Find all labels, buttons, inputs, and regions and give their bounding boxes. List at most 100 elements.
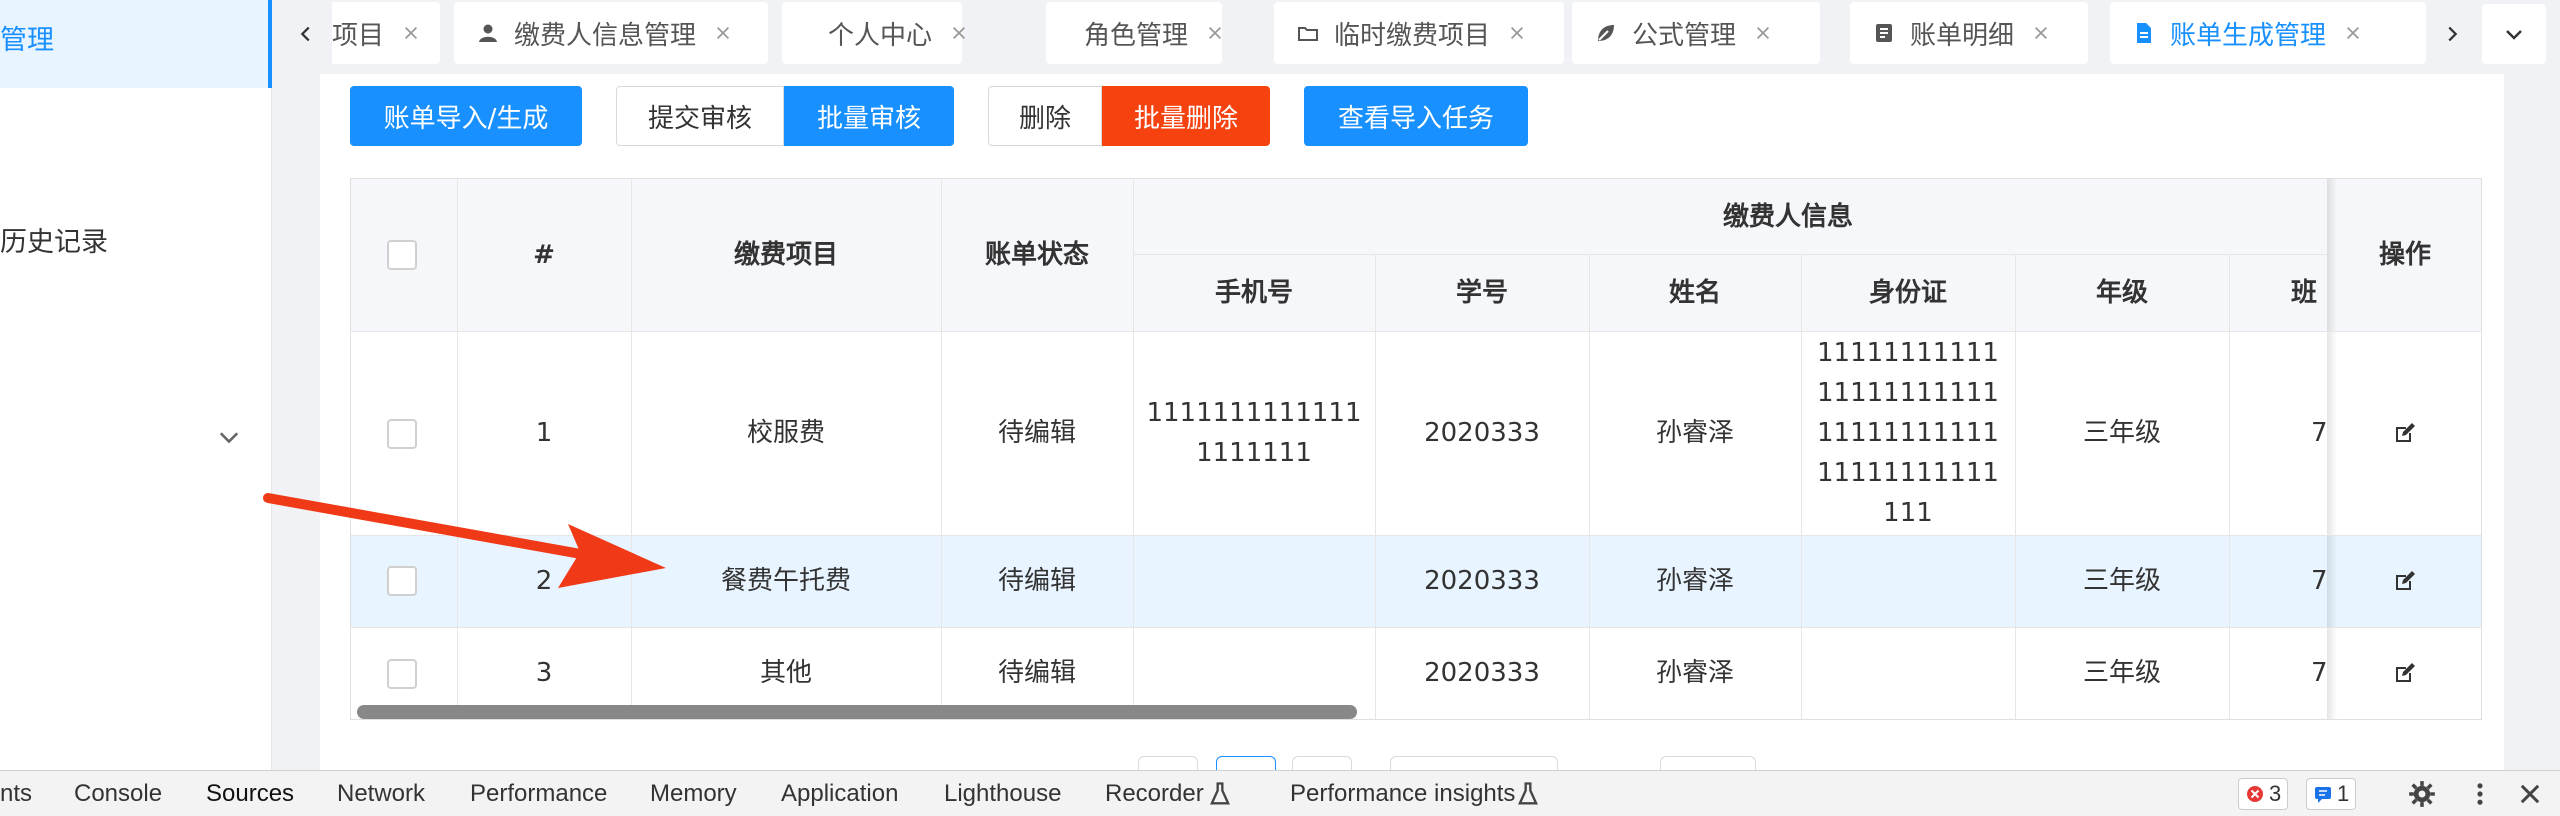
- devtools-tab-memory[interactable]: Memory: [650, 771, 737, 816]
- delete-button[interactable]: 删除: [988, 86, 1102, 146]
- devtools-tab-network[interactable]: Network: [337, 771, 425, 816]
- annotation-arrow: [263, 493, 666, 588]
- devtools-bar: nts Console Sources Network Performance …: [0, 770, 2560, 816]
- devtools-tab-lighthouse[interactable]: Lighthouse: [944, 771, 1061, 816]
- tab-personal-center[interactable]: 个人中心: [782, 2, 966, 64]
- tab-label: 账单明细: [1910, 20, 2015, 51]
- batch-review-button[interactable]: 批量审核: [784, 86, 954, 146]
- list-icon: [1876, 24, 1892, 42]
- cell-phone: [1133, 535, 1375, 627]
- header-id-card: 身份证: [1868, 277, 1947, 308]
- devtools-tab-performance-insights[interactable]: Performance insights: [1290, 771, 1515, 816]
- tab-label: 角色管理: [1084, 20, 1189, 51]
- tab-label: 公式管理: [1632, 20, 1737, 51]
- tab-label: 缴费人信息管理: [514, 20, 697, 51]
- cell-bill-status: 待编辑: [997, 566, 1076, 596]
- cell-name: 孙睿泽: [1655, 566, 1734, 596]
- horizontal-scrollbar[interactable]: [357, 705, 1357, 719]
- close-icon[interactable]: [950, 24, 968, 42]
- bill-table: # 缴费项目 账单状态 缴费人信息 手机号 学号 姓名 身份证 年级 班 1 校…: [350, 178, 2482, 720]
- chevron-down-icon[interactable]: [215, 424, 243, 452]
- tabs-dropdown-button[interactable]: [2482, 4, 2546, 64]
- error-count: 3: [2269, 781, 2282, 806]
- edit-icon[interactable]: [2393, 421, 2417, 445]
- sidebar: 管理 历史记录: [0, 0, 272, 770]
- tab-label: 临时缴费项目: [1334, 20, 1491, 51]
- tab-bill-generation[interactable]: 账单生成管理: [2110, 2, 2426, 64]
- cell-id-card: [1801, 535, 2015, 627]
- message-count: 1: [2337, 781, 2350, 806]
- devtools-tab-performance[interactable]: Performance: [470, 771, 607, 816]
- tab-label: 个人中心: [828, 20, 933, 51]
- row-checkbox[interactable]: [387, 419, 417, 449]
- close-icon[interactable]: [1754, 24, 1772, 42]
- header-bill-status: 账单状态: [984, 240, 1089, 270]
- message-count-badge[interactable]: 1: [2306, 778, 2357, 810]
- cell-name: 孙睿泽: [1655, 658, 1734, 688]
- cell-name: 孙睿泽: [1655, 418, 1734, 448]
- header-payer-info: 缴费人信息: [1722, 201, 1853, 232]
- tabs-scroll-left-button[interactable]: [288, 14, 324, 54]
- header-index: #: [533, 240, 555, 270]
- tab-label: 项目: [332, 20, 385, 51]
- row-checkbox[interactable]: [387, 659, 417, 689]
- tab-formula-management[interactable]: 公式管理: [1572, 2, 1820, 64]
- batch-delete-button[interactable]: 批量删除: [1102, 86, 1270, 146]
- tab-payer-info[interactable]: 缴费人信息管理: [454, 2, 768, 64]
- flask-icon: [1518, 782, 1538, 805]
- close-icon[interactable]: [402, 24, 420, 42]
- edit-icon[interactable]: [2393, 661, 2417, 685]
- gear-icon[interactable]: [2408, 780, 2436, 808]
- sidebar-item-active[interactable]: 管理: [0, 0, 272, 88]
- edit-icon[interactable]: [2393, 569, 2417, 593]
- leaf-icon: [1598, 25, 1614, 41]
- cell-id-card: 11111111111 11111111111 11111111111 1111…: [1817, 338, 1999, 528]
- user-icon: [479, 24, 497, 42]
- close-icon[interactable]: [1508, 24, 1526, 42]
- header-grade: 年级: [2095, 277, 2148, 308]
- select-all-checkbox[interactable]: [387, 240, 417, 270]
- import-generate-button[interactable]: 账单导入/生成: [350, 86, 582, 146]
- error-icon: [2247, 786, 2263, 802]
- close-icon[interactable]: [714, 24, 732, 42]
- cell-id-card: [1801, 627, 2015, 719]
- cell-grade: 三年级: [2082, 418, 2161, 448]
- error-count-badge[interactable]: 3: [2238, 778, 2289, 810]
- folder-icon: [1298, 27, 1318, 41]
- close-icon[interactable]: [2516, 780, 2544, 808]
- cell-phone: 1111111111111 1111111: [1146, 398, 1362, 468]
- tab-temp-payment-items[interactable]: 临时缴费项目: [1274, 2, 1564, 64]
- view-import-tasks-button[interactable]: 查看导入任务: [1304, 86, 1528, 146]
- tab-bill-details[interactable]: 账单明细: [1850, 2, 2088, 64]
- tabs-bar: 项目 缴费人信息管理 个人中心 角色管理 临时缴费项目 公式管理 账单明细 账单…: [272, 0, 2560, 68]
- tab-project[interactable]: 项目: [332, 2, 440, 64]
- header-payment-item: 缴费项目: [733, 240, 838, 270]
- header-name: 姓名: [1668, 277, 1721, 308]
- close-icon[interactable]: [2344, 24, 2362, 42]
- header-phone: 手机号: [1214, 277, 1293, 308]
- chevron-right-icon: [2448, 26, 2458, 42]
- flask-icon: [1210, 782, 1230, 805]
- devtools-tab-recorder[interactable]: Recorder: [1105, 771, 1204, 816]
- cell-grade: 三年级: [2082, 566, 2161, 596]
- sidebar-item-history[interactable]: 历史记录: [0, 220, 108, 259]
- document-icon: [2137, 23, 2151, 43]
- chevron-down-icon: [2506, 30, 2522, 40]
- tabs-scroll-right-button[interactable]: [2434, 14, 2470, 54]
- message-icon: [2315, 787, 2331, 803]
- submit-review-button[interactable]: 提交审核: [616, 86, 784, 146]
- devtools-tab-elements[interactable]: nts: [0, 771, 32, 816]
- tab-role-management[interactable]: 角色管理: [1046, 2, 1222, 64]
- devtools-tab-console[interactable]: Console: [74, 771, 162, 816]
- close-icon[interactable]: [2032, 24, 2050, 42]
- devtools-tab-application[interactable]: Application: [781, 771, 898, 816]
- cell-student-no: 2020333: [1424, 566, 1540, 596]
- close-icon[interactable]: [1206, 24, 1224, 42]
- header-actions: 操作: [2378, 240, 2431, 270]
- more-vertical-icon[interactable]: [2466, 780, 2494, 808]
- cell-grade: 三年级: [2082, 658, 2161, 688]
- header-student-no: 学号: [1455, 277, 1508, 308]
- devtools-tab-sources[interactable]: Sources: [206, 771, 294, 816]
- cell-student-no: 2020333: [1424, 658, 1540, 688]
- tab-label: 账单生成管理: [2170, 20, 2327, 51]
